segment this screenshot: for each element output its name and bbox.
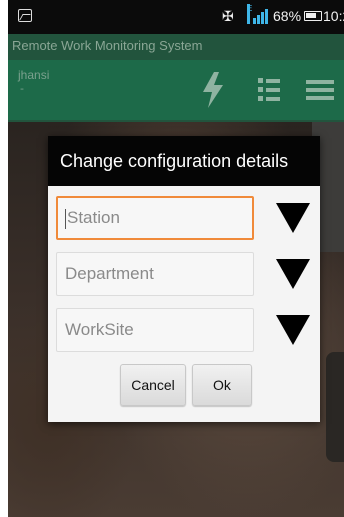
station-dropdown-arrow-icon[interactable] <box>276 203 310 233</box>
lightning-bolt-icon[interactable] <box>200 72 226 108</box>
worksite-placeholder: WorkSite <box>65 320 134 339</box>
text-cursor <box>65 208 66 229</box>
hamburger-menu-icon[interactable] <box>306 78 334 102</box>
app-title: Remote Work Monitoring System <box>12 38 203 53</box>
worksite-field[interactable]: WorkSite <box>56 308 254 352</box>
worksite-dropdown-arrow-icon[interactable] <box>276 315 310 345</box>
station-placeholder: Station <box>67 208 120 227</box>
battery-percent: 68% <box>273 8 302 24</box>
clock: 10:26 <box>323 8 344 24</box>
station-field[interactable]: Station <box>56 196 254 240</box>
user-header: jhansi - <box>8 60 344 120</box>
cancel-button[interactable]: Cancel <box>120 364 186 406</box>
department-placeholder: Department <box>65 264 154 283</box>
status-bar: ✠ E 68% 10:26 <box>8 0 344 34</box>
dialog-title: Change configuration details <box>48 136 320 186</box>
username: jhansi <box>18 68 50 82</box>
configuration-dialog: Change configuration details Station Dep… <box>48 136 320 422</box>
phone-screen: ✠ E 68% 10:26 Remote Work Monitoring Sys… <box>8 0 344 517</box>
battery-icon <box>304 11 322 21</box>
user-subtitle: - <box>20 82 24 95</box>
signal-icon: E <box>247 4 269 26</box>
mute-icon: ✠ <box>222 8 234 24</box>
department-dropdown-arrow-icon[interactable] <box>276 259 310 289</box>
list-grid-icon[interactable] <box>258 76 288 102</box>
app-bar: Remote Work Monitoring System jhansi - <box>8 34 344 122</box>
image-notification-icon <box>18 9 32 22</box>
department-field[interactable]: Department <box>56 252 254 296</box>
ok-button[interactable]: Ok <box>192 364 252 406</box>
